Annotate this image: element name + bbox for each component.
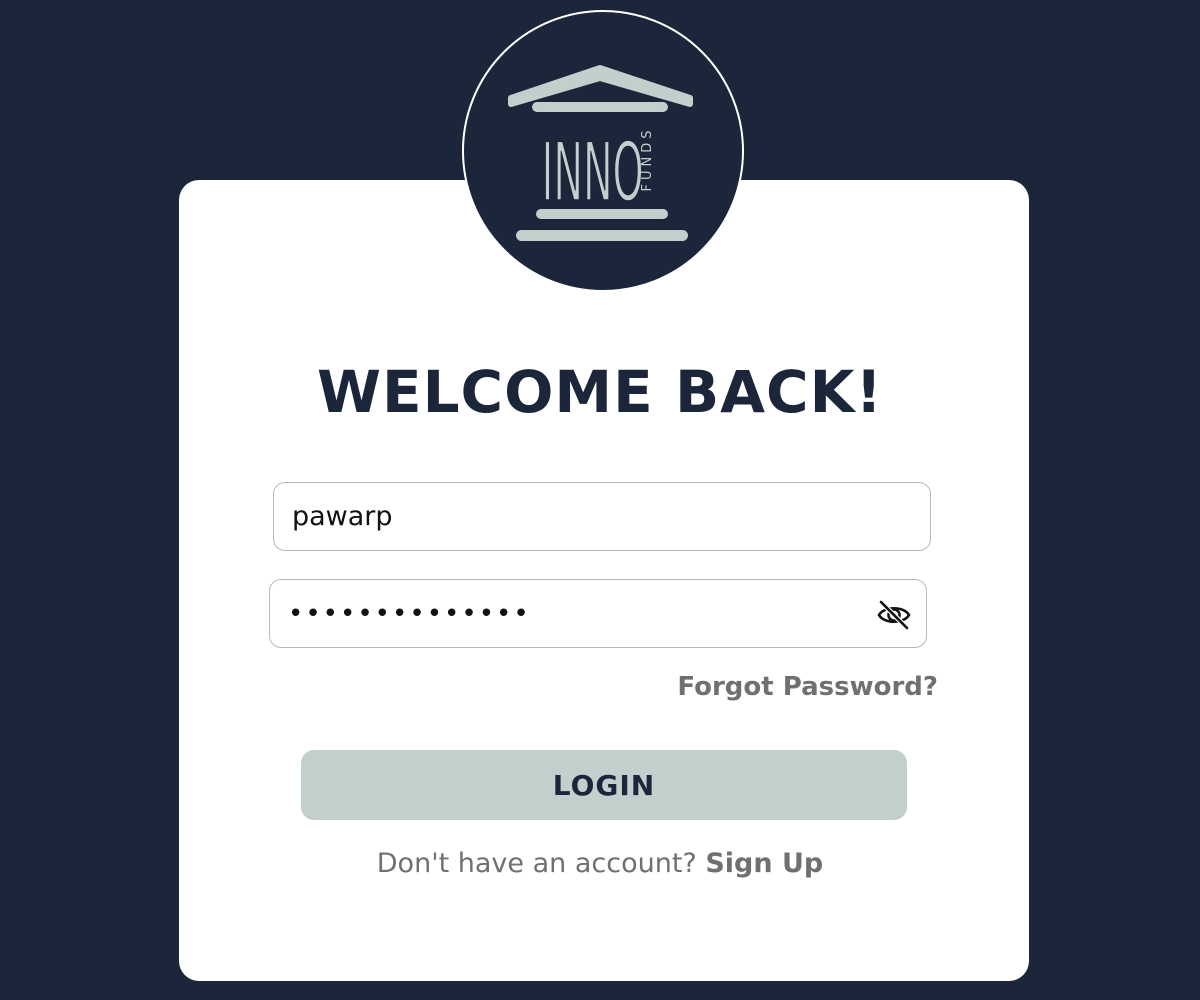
username-field-wrapper [273, 482, 931, 551]
signup-link[interactable]: Sign Up [705, 848, 823, 879]
password-input[interactable] [288, 580, 848, 647]
logo-brand-sub: FUNDS [640, 127, 655, 192]
forgot-password-link[interactable]: Forgot Password? [677, 672, 938, 702]
password-field-wrapper [269, 579, 927, 648]
logo-brand-main: INNO [542, 127, 644, 220]
eye-off-icon[interactable] [876, 597, 912, 633]
username-input[interactable] [292, 483, 912, 550]
pillar-building-icon: INNO FUNDS [508, 65, 693, 241]
page-title: WELCOME BACK! [316, 358, 883, 426]
brand-logo: INNO FUNDS [462, 10, 744, 292]
signup-prompt: Don't have an account? Sign Up [0, 848, 1200, 879]
login-button[interactable]: LOGIN [301, 750, 907, 820]
signup-prompt-text: Don't have an account? [376, 848, 706, 879]
